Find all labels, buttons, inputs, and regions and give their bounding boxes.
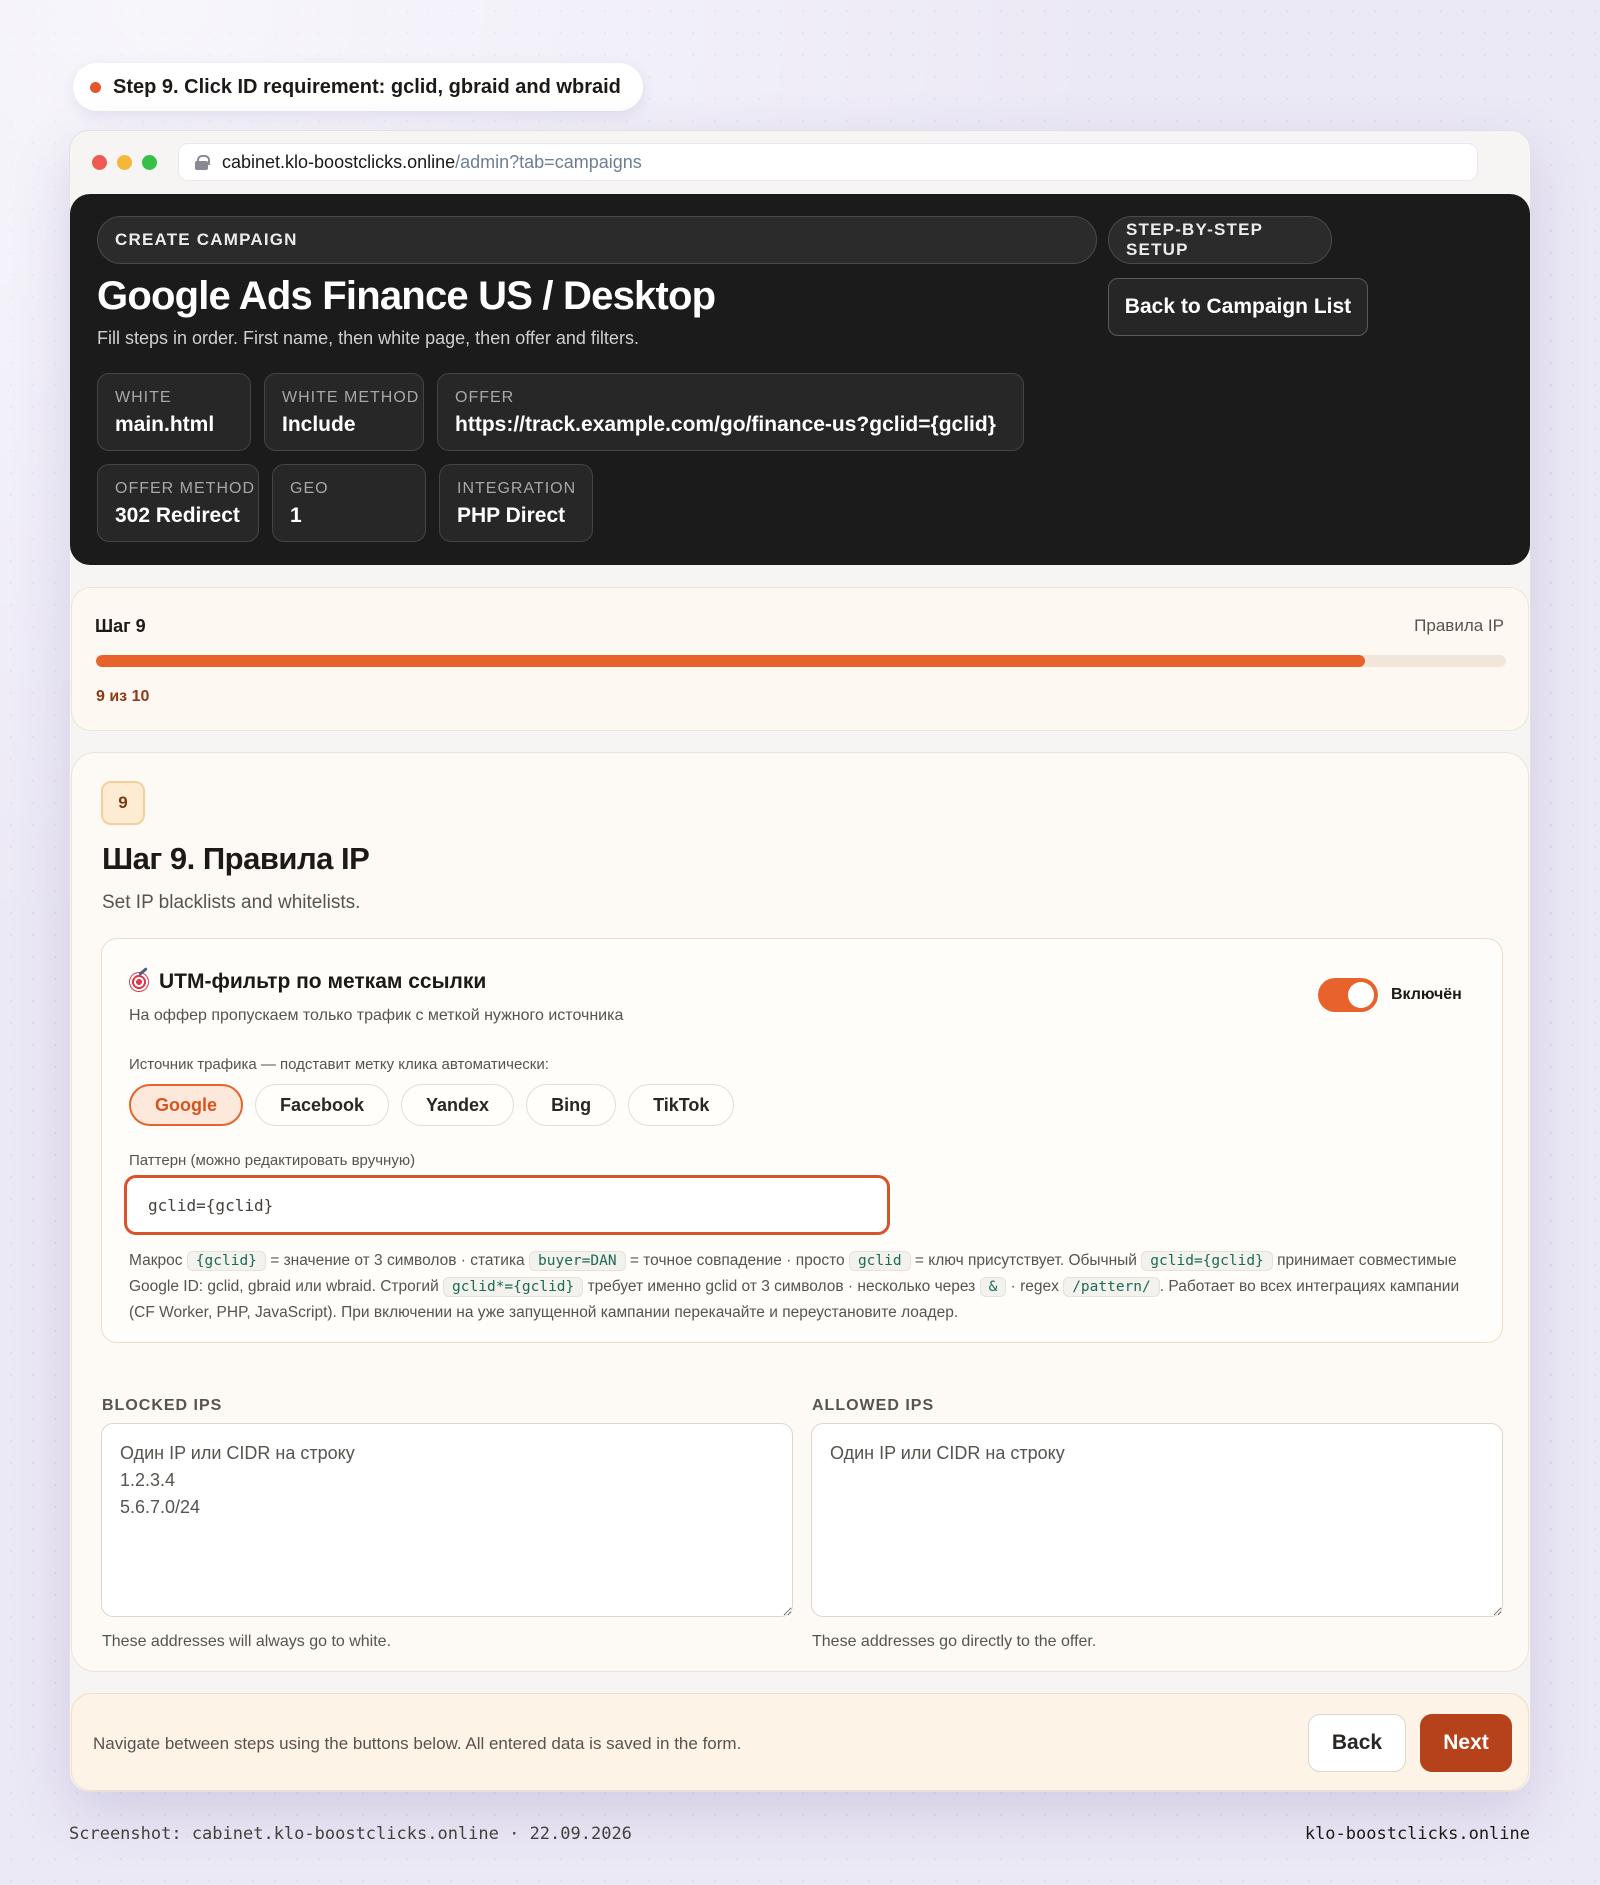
stat-white: WHITE main.html [97, 373, 251, 451]
progress-card: Шаг 9 Правила IP 9 из 10 [71, 587, 1529, 731]
help-code: {gclid} [186, 1251, 266, 1271]
step-caption-pill: Step 9. Click ID requirement: gclid, gbr… [73, 63, 643, 111]
help-code: gclid*={gclid} [443, 1277, 584, 1297]
help-code: /pattern/ [1063, 1277, 1160, 1297]
stat-label: WHITE [115, 389, 172, 406]
utm-filter-toggle[interactable] [1318, 978, 1378, 1012]
url-host: cabinet.klo-boostclicks.online [222, 151, 456, 172]
page-title: Google Ads Finance US / Desktop [97, 274, 716, 318]
pattern-input[interactable] [124, 1175, 890, 1235]
utm-filter-title: UTM-фильтр по меткам ссылки [129, 970, 486, 994]
close-window-icon[interactable] [92, 155, 107, 170]
status-dot-icon [90, 82, 101, 93]
stat-label: OFFER METHOD [115, 480, 255, 497]
step-navigation: Navigate between steps using the buttons… [71, 1693, 1529, 1791]
help-text: требует именно gclid от 3 символов · нес… [587, 1278, 976, 1295]
stat-offer: OFFER https://track.example.com/go/finan… [437, 373, 1024, 451]
create-campaign-label: CREATE CAMPAIGN [115, 230, 298, 249]
allowed-ips-label: ALLOWED IPS [812, 1397, 935, 1414]
utm-filter-description: На оффер пропускаем только трафик с метк… [129, 1007, 624, 1024]
stat-value: PHP Direct [457, 504, 566, 527]
step-heading: Шаг 9. Правила IP [102, 841, 370, 876]
source-chip-facebook[interactable]: Facebook [255, 1084, 390, 1126]
utm-filter-panel: UTM-фильтр по меткам ссылки На оффер про… [101, 938, 1503, 1343]
stat-integration: INTEGRATION PHP Direct [439, 464, 593, 542]
utm-toggle-label: Включён [1391, 986, 1462, 1003]
url-path: /admin?tab=campaigns [455, 151, 642, 172]
stat-geo: GEO 1 [272, 464, 426, 542]
utm-filter-title-text: UTM-фильтр по меткам ссылки [159, 970, 487, 993]
screenshot-caption: Screenshot: cabinet.klo-boostclicks.onli… [69, 1824, 632, 1844]
navigation-hint: Navigate between steps using the buttons… [93, 1734, 742, 1753]
step-card: 9 Шаг 9. Правила IP Set IP blacklists an… [71, 752, 1529, 1672]
progress-title: Шаг 9 [95, 616, 146, 636]
stat-value: main.html [115, 413, 215, 436]
progress-bar-fill [96, 655, 1365, 667]
stat-label: INTEGRATION [457, 480, 577, 497]
step-caption: Step 9. Click ID requirement: gclid, gbr… [113, 75, 621, 98]
help-code: gclid={gclid} [1141, 1251, 1273, 1271]
lock-icon [195, 155, 210, 170]
maximize-window-icon[interactable] [142, 155, 157, 170]
blocked-ips-textarea[interactable] [101, 1423, 793, 1617]
back-to-campaign-list-button[interactable]: Back to Campaign List [1108, 278, 1368, 336]
blocked-ips-label: BLOCKED IPS [102, 1397, 223, 1414]
minimize-window-icon[interactable] [117, 155, 132, 170]
help-text: Макрос [129, 1252, 183, 1269]
stat-offer-method: OFFER METHOD 302 Redirect [97, 464, 259, 542]
allowed-ips-note: These addresses go directly to the offer… [812, 1633, 1097, 1650]
step-by-step-label: STEP-BY-STEP SETUP [1126, 220, 1263, 259]
pattern-label: Паттерн (можно редактировать вручную) [129, 1152, 416, 1169]
stat-white-method: WHITE METHOD Include [264, 373, 424, 451]
blocked-ips-note: These addresses will always go to white. [102, 1633, 392, 1650]
progress-bar [96, 655, 1506, 667]
stat-value: Include [282, 413, 356, 436]
step-number-badge: 9 [101, 781, 145, 825]
help-text: = значение от 3 символов · статика [270, 1252, 525, 1269]
traffic-source-chips: Google Facebook Yandex Bing TikTok [129, 1084, 735, 1126]
browser-window: cabinet.klo-boostclicks.online/admin?tab… [69, 130, 1531, 1792]
help-code: & [979, 1277, 1007, 1297]
source-chip-tiktok[interactable]: TikTok [628, 1084, 735, 1126]
stat-label: GEO [290, 480, 329, 497]
help-text: = ключ присутствует. Обычный [914, 1252, 1137, 1269]
back-button[interactable]: Back [1308, 1714, 1406, 1772]
traffic-source-label: Источник трафика — подставит метку клика… [129, 1056, 549, 1073]
step-by-step-chip: STEP-BY-STEP SETUP [1108, 216, 1332, 264]
allowed-ips-textarea[interactable] [811, 1423, 1503, 1617]
source-chip-google[interactable]: Google [129, 1084, 243, 1126]
address-bar[interactable]: cabinet.klo-boostclicks.online/admin?tab… [178, 143, 1478, 181]
target-icon [129, 972, 149, 992]
help-code: buyer=DAN [529, 1251, 626, 1271]
page-subtitle: Fill steps in order. First name, then wh… [97, 328, 639, 348]
stat-label: WHITE METHOD [282, 389, 420, 406]
next-button[interactable]: Next [1420, 1714, 1512, 1772]
campaign-header: CREATE CAMPAIGN STEP-BY-STEP SETUP Googl… [70, 194, 1530, 565]
stat-value: 1 [290, 504, 302, 527]
source-chip-bing[interactable]: Bing [526, 1084, 617, 1126]
pattern-help-text: Макрос {gclid} = значение от 3 символов … [129, 1248, 1479, 1326]
progress-section: Правила IP [1414, 616, 1504, 635]
stat-value: 302 Redirect [115, 504, 240, 527]
stat-value: https://track.example.com/go/finance-us?… [455, 413, 996, 436]
help-text: = точное совпадение · просто [629, 1252, 845, 1269]
toggle-knob [1348, 982, 1374, 1008]
source-chip-yandex[interactable]: Yandex [401, 1084, 515, 1126]
help-text: · regex [1010, 1278, 1059, 1295]
stat-label: OFFER [455, 389, 515, 406]
help-code: gclid [848, 1251, 911, 1271]
browser-titlebar: cabinet.klo-boostclicks.online/admin?tab… [70, 131, 1530, 193]
create-campaign-chip: CREATE CAMPAIGN [97, 216, 1097, 264]
step-subtitle: Set IP blacklists and whitelists. [102, 892, 361, 913]
progress-count: 9 из 10 [96, 688, 150, 705]
site-domain: klo-boostclicks.online [1304, 1824, 1530, 1844]
